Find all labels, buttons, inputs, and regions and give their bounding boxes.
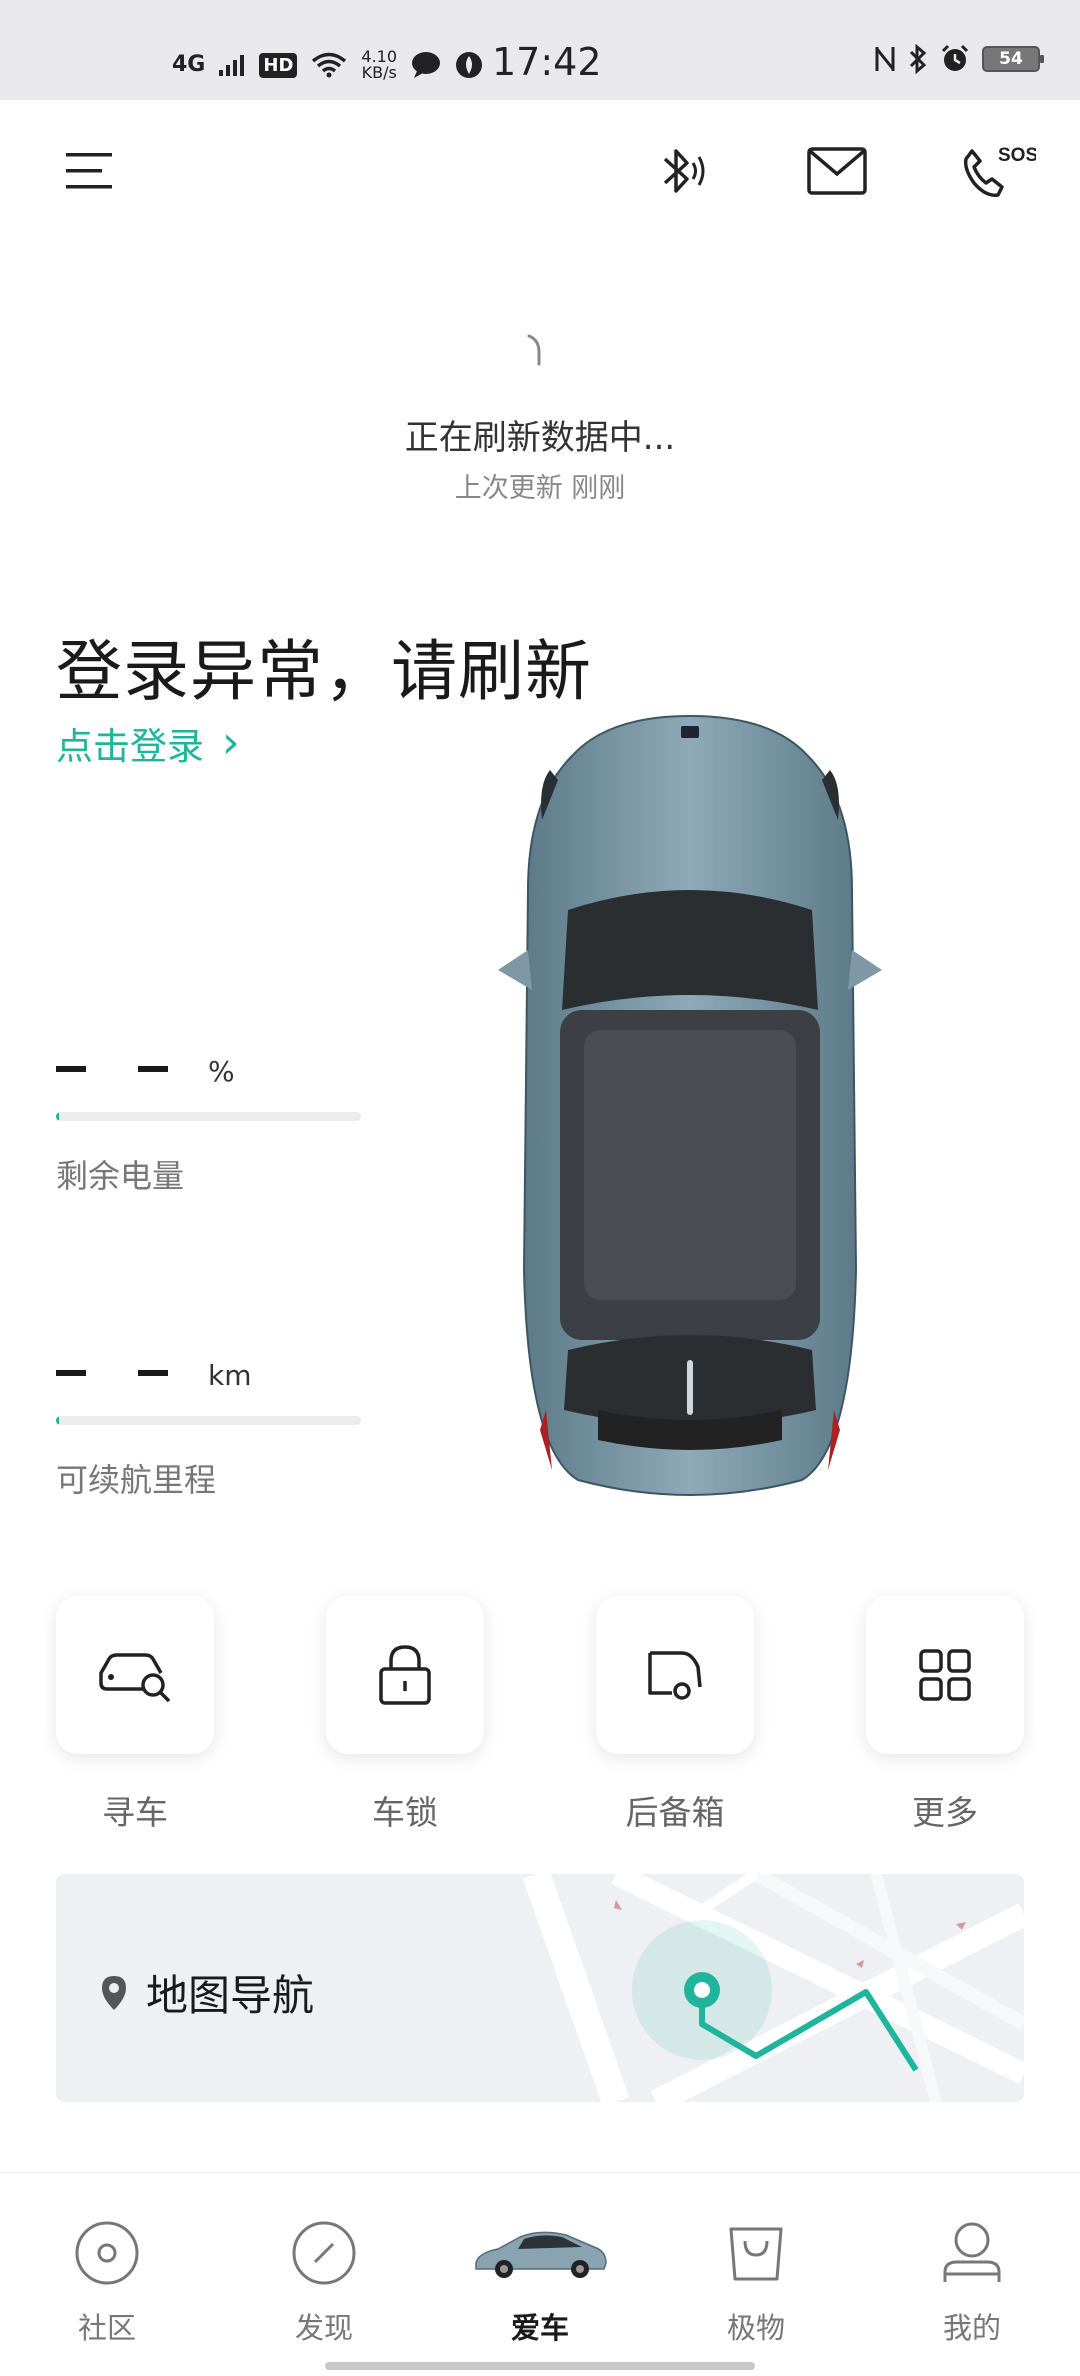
car-icon (475, 2231, 607, 2278)
network-speed: 4.10 KB/s (361, 49, 397, 81)
sos-label: SOS (998, 145, 1036, 166)
chevron-right-icon: › (222, 717, 240, 768)
battery-indicator: 54 (982, 46, 1044, 72)
tab-profile[interactable]: 我的 (902, 2213, 1042, 2347)
car-top-view-image (498, 714, 882, 1496)
shopping-bag-icon (729, 2227, 783, 2281)
tab-community-label: 社区 (77, 2311, 136, 2345)
community-icon (75, 2221, 139, 2285)
tab-community[interactable]: 社区 (37, 2213, 177, 2347)
trunk-tile[interactable] (596, 1596, 754, 1754)
range-stat: km 可续航里程 (56, 1326, 366, 1501)
signal-icon (219, 55, 245, 76)
lock-icon (379, 1645, 431, 1705)
lock-label: 车锁 (372, 1793, 438, 1832)
battery-stat: % 剩余电量 (56, 1022, 366, 1197)
find-car-button[interactable]: 寻车 (56, 1596, 214, 1834)
lock-button[interactable]: 车锁 (326, 1596, 484, 1834)
tab-shop-label: 极物 (726, 2311, 785, 2345)
trunk-button[interactable]: 后备箱 (596, 1596, 754, 1834)
wifi-icon (312, 52, 347, 78)
lock-tile[interactable] (326, 1596, 484, 1754)
sos-call-button[interactable]: SOS (956, 136, 1036, 206)
message-icon (412, 52, 441, 78)
battery-progress-bar (56, 1112, 361, 1121)
hd-badge: HD (259, 52, 298, 78)
home-indicator[interactable] (325, 2362, 755, 2370)
refresh-status-text: 正在刷新数据中... (404, 418, 676, 458)
status-right: 54 (874, 44, 1044, 74)
mail-icon[interactable] (802, 136, 872, 206)
battery-label: 剩余电量 (56, 1157, 185, 1195)
bluetooth-key-icon[interactable] (648, 136, 718, 206)
trunk-label: 后备箱 (625, 1793, 725, 1832)
quick-actions: 寻车 车锁 后备箱 更多 (56, 1596, 1024, 1836)
battery-value: % (56, 1022, 366, 1092)
range-label: 可续航里程 (56, 1461, 217, 1499)
battery-unit: % (208, 1055, 235, 1088)
range-progress-bar (56, 1416, 361, 1425)
map-title-label: 地图导航 (146, 1971, 315, 2020)
app-header: SOS (0, 100, 1080, 240)
grid-icon (919, 1649, 971, 1701)
more-button[interactable]: 更多 (866, 1596, 1024, 1834)
more-label: 更多 (912, 1793, 978, 1832)
tab-my-car[interactable]: 爱车 (470, 2213, 610, 2347)
menu-icon[interactable] (54, 136, 124, 206)
more-tile[interactable] (866, 1596, 1024, 1754)
trunk-icon (648, 1651, 702, 1700)
tab-shop[interactable]: 极物 (686, 2213, 826, 2347)
tab-discover[interactable]: 发现 (254, 2213, 394, 2347)
bluetooth-status-icon (909, 44, 927, 74)
nfc-icon (875, 47, 895, 71)
find-car-tile[interactable] (56, 1596, 214, 1754)
map-navigation-card[interactable]: 地图导航 (56, 1874, 1024, 2102)
battery-level: 54 (999, 49, 1023, 69)
location-pin-icon (102, 1975, 126, 2010)
tab-profile-label: 我的 (942, 2311, 1001, 2345)
login-link-label: 点击登录 (56, 725, 204, 768)
login-link[interactable]: 点击登录 › (56, 716, 240, 770)
phone-icon: SOS (963, 145, 1036, 197)
status-left: 4G HD 4.10 KB/s (172, 40, 483, 90)
status-bar: 4G HD 4.10 KB/s 17:42 54 (0, 0, 1080, 100)
map-title: 地图导航 (100, 1962, 314, 2023)
find-car-icon (99, 1653, 171, 1703)
refresh-spinner-icon (527, 334, 541, 366)
login-error-title: 登录异常，请刷新 (56, 633, 592, 710)
network-indicator: 4G (172, 52, 206, 77)
tab-my-car-label: 爱车 (510, 2311, 569, 2345)
speed-unit: KB/s (361, 63, 397, 82)
last-update-text: 上次更新 刚刚 (454, 473, 626, 504)
profile-icon (943, 2222, 1001, 2282)
range-unit: km (208, 1359, 252, 1392)
bottom-tab-bar: 社区 发现 爱车 极物 我的 (0, 2172, 1080, 2376)
app-notification-icon (456, 52, 483, 78)
tab-discover-label: 发现 (294, 2311, 353, 2345)
range-value: km (56, 1326, 366, 1396)
compass-icon (292, 2221, 356, 2285)
find-car-label: 寻车 (102, 1793, 168, 1832)
clock: 17:42 (492, 40, 602, 84)
alarm-icon (941, 44, 969, 71)
